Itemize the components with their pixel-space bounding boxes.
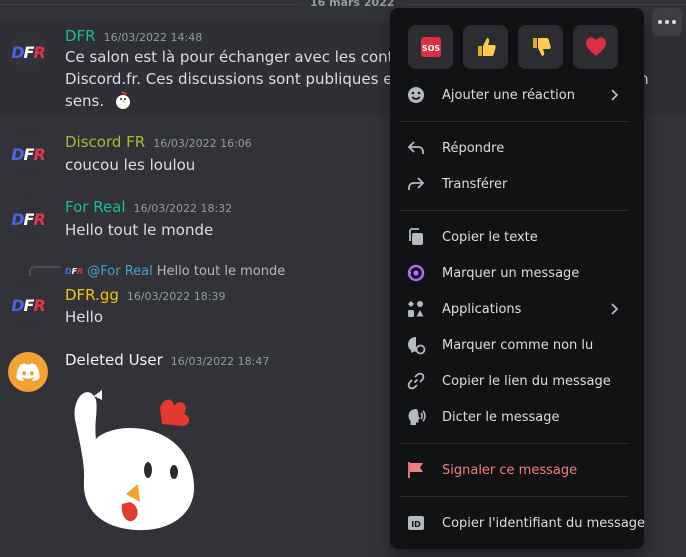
menu-label: Dicter le message (442, 409, 560, 425)
forward-arrow-icon (406, 174, 426, 194)
timestamp: 16/03/2022 18:32 (133, 202, 233, 215)
chevron-right-icon (611, 303, 619, 315)
menu-label: Copier le texte (442, 229, 538, 245)
reply-text: Hello tout le monde (156, 263, 286, 279)
unread-bubble-icon (406, 335, 426, 355)
date-divider: 16 mars 2022 (0, 0, 686, 10)
sos-emoji-icon: SOS (420, 37, 441, 57)
menu-label: Copier le lien du message (442, 373, 611, 389)
link-icon (406, 371, 426, 391)
copy-icon (406, 227, 426, 247)
menu-add-reaction[interactable]: Ajouter une réaction (398, 79, 636, 111)
reaction-thumbs-up-button[interactable] (463, 25, 508, 69)
discord-logo-icon (16, 363, 40, 381)
menu-separator (400, 121, 628, 122)
timestamp: 16/03/2022 18:39 (126, 290, 226, 303)
reply-mini-avatar: DFR (65, 266, 84, 276)
message-line: sens. (65, 90, 133, 112)
dot (672, 20, 676, 24)
chicken-emoji (115, 91, 130, 109)
menu-applications[interactable]: Applications (398, 293, 636, 325)
username[interactable]: Deleted User (65, 351, 163, 369)
menu-label: Marquer comme non lu (442, 337, 594, 353)
menu-label: Ajouter une réaction (442, 87, 575, 103)
menu-label: Copier l'identifiant du message (442, 515, 646, 531)
timestamp: 16/03/2022 14:48 (103, 31, 203, 44)
avatar[interactable]: DFR (8, 32, 48, 72)
reply-spine (29, 266, 61, 276)
reaction-heart-button[interactable] (573, 25, 618, 69)
speak-head-icon (406, 407, 426, 427)
avatar[interactable]: DFR (8, 285, 48, 325)
menu-reply[interactable]: Répondre (398, 132, 636, 164)
menu-label: Signaler ce message (442, 462, 578, 478)
menu-label: Transférer (442, 176, 508, 192)
svg-text:SOS: SOS (421, 44, 440, 53)
message-context-menu: SOS Ajouter une réaction Répondre Transf… (390, 8, 645, 549)
flag-icon (406, 460, 426, 480)
menu-copy-link[interactable]: Copier le lien du message (398, 365, 636, 397)
avatar[interactable] (8, 352, 48, 392)
applications-icon (406, 299, 426, 319)
thumbs-up-icon (477, 38, 496, 56)
chicken-sticker[interactable] (66, 384, 216, 534)
menu-report-message[interactable]: Signaler ce message (398, 454, 636, 486)
thumbs-down-icon (532, 38, 551, 56)
reply-arrow-icon (406, 138, 426, 158)
dot (665, 20, 669, 24)
avatar[interactable]: DFR (8, 134, 48, 174)
more-options-button[interactable] (652, 8, 682, 36)
menu-copy-text[interactable]: Copier le texte (398, 221, 636, 253)
menu-separator (400, 210, 628, 211)
username[interactable]: DFR (65, 27, 96, 45)
menu-label: Répondre (442, 140, 505, 156)
menu-separator (400, 496, 628, 497)
message-line: Discord.fr. Ces discussions sont publiqu… (65, 70, 428, 88)
username[interactable]: For Real (65, 198, 126, 216)
menu-label: Marquer un message (442, 265, 580, 281)
message-line: Ce salon est là pour échanger avec les c… (65, 48, 429, 66)
timestamp: 16/03/2022 16:06 (153, 137, 252, 150)
quick-reactions: SOS (408, 25, 618, 69)
menu-mark-unread[interactable]: Marquer comme non lu (398, 329, 636, 361)
smiley-add-icon (406, 85, 426, 105)
chevron-right-icon (611, 89, 619, 101)
avatar[interactable]: DFR (8, 199, 48, 239)
heart-icon (585, 37, 606, 56)
menu-label: Applications (442, 301, 522, 317)
bookmark-eye-icon (406, 263, 426, 283)
reaction-sos-button[interactable]: SOS (408, 25, 453, 69)
menu-copy-id[interactable]: ID Copier l'identifiant du message (398, 507, 645, 539)
date-label: 16 mars 2022 (302, 0, 403, 10)
menu-speak-message[interactable]: Dicter le message (398, 401, 636, 433)
message-text: coucou les loulou (65, 156, 196, 174)
menu-separator (400, 443, 628, 444)
message-text: Hello tout le monde (65, 221, 214, 239)
id-badge-icon: ID (406, 513, 426, 533)
reaction-thumbs-down-button[interactable] (518, 25, 563, 69)
menu-mark-message[interactable]: Marquer un message (398, 257, 636, 289)
username[interactable]: DFR.gg (65, 286, 119, 304)
username[interactable]: Discord FR (65, 133, 145, 151)
reply-preview[interactable]: DFR @For Real Hello tout le monde (65, 263, 285, 279)
dot (658, 20, 662, 24)
svg-text:ID: ID (411, 520, 421, 529)
message-text: Hello (65, 308, 104, 326)
reply-mention[interactable]: @For Real (87, 264, 152, 279)
timestamp: 16/03/2022 18:47 (170, 355, 270, 368)
menu-forward[interactable]: Transférer (398, 168, 636, 200)
